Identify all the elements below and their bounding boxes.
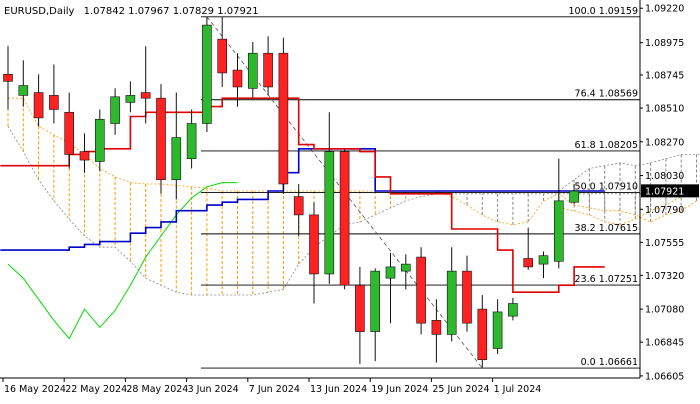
candle-body	[492, 311, 503, 349]
candle-body	[324, 151, 335, 275]
ohlc-readout: 1.07842 1.07967 1.07829 1.07921	[84, 6, 259, 17]
fib-level-label: 76.4 1.08569	[575, 89, 638, 100]
candlestick-chart: 100.0 1.0915976.4 1.0856961.8 1.0820550.…	[0, 0, 700, 400]
candle-body	[18, 85, 29, 96]
price-tick-label: 1.08745	[645, 71, 684, 82]
candle-body	[569, 190, 579, 203]
candle-body	[217, 38, 227, 74]
price-tick-label: 1.06845	[645, 338, 684, 349]
candle-body	[95, 118, 105, 162]
date-tick-label: 25 Jun 2024	[432, 384, 489, 395]
candle-body	[523, 258, 534, 268]
fib-level-label: 38.2 1.07615	[575, 223, 638, 234]
date-tick-label: 19 Jun 2024	[371, 384, 428, 395]
chart-container: 100.0 1.09159 76.4 1.08569 61.8 1.08205 50.…	[0, 0, 700, 400]
candle-body	[309, 214, 319, 275]
candle-body	[538, 255, 549, 265]
candle-body	[171, 137, 182, 181]
candle-body	[385, 266, 396, 279]
date-tick-label: 22 May 2024	[65, 384, 127, 395]
current-price-label: 1.07921	[645, 186, 684, 197]
candle-body	[79, 151, 90, 161]
chart-background	[0, 0, 700, 400]
fib-level-label: 0.0 1.06661	[581, 357, 638, 368]
candle-body	[400, 263, 411, 272]
candle-body	[477, 308, 488, 361]
bearish-candle	[156, 84, 166, 194]
date-tick-label: 3 Jun 2024	[188, 384, 239, 395]
price-tick-label: 1.07320	[645, 271, 684, 282]
price-tick-label: 1.07790	[645, 205, 684, 216]
price-tick-label: 1.08510	[645, 104, 684, 115]
candle-body	[64, 111, 74, 155]
bullish-candle	[202, 16, 212, 132]
candle-body	[232, 69, 243, 88]
date-tick-label: 1 Jul 2024	[494, 384, 542, 395]
candle-body	[462, 270, 472, 324]
date-tick-label: 28 May 2024	[126, 384, 188, 395]
bearish-candle	[278, 37, 289, 194]
candle-body	[263, 52, 273, 88]
candle-body	[416, 256, 426, 324]
price-tick-label: 1.08270	[645, 137, 684, 148]
candle-body	[156, 97, 166, 181]
candle-body	[431, 320, 442, 335]
date-tick-label: 16 May 2024	[4, 384, 66, 395]
candle-body	[446, 270, 457, 335]
candle-body	[3, 74, 13, 82]
price-tick-label: 1.07080	[645, 305, 684, 316]
candle-body	[49, 95, 59, 110]
price-tick-label: 1.09220	[645, 4, 684, 15]
fib-level-label: 61.8 1.08205	[575, 140, 638, 151]
candle-body	[110, 96, 120, 124]
price-tick-label: 1.07555	[645, 238, 684, 249]
date-tick-label: 7 Jun 2024	[249, 384, 300, 395]
price-tick-label: 1.08030	[645, 171, 684, 182]
fib-level-label: 100.0 1.09159	[568, 6, 638, 17]
candle-body	[508, 303, 518, 317]
candle-body	[248, 52, 258, 89]
bearish-candle	[416, 247, 426, 335]
date-tick-label: 13 Jun 2024	[310, 384, 367, 395]
candle-body	[33, 92, 44, 119]
fib-level-label: 23.6 1.07251	[575, 274, 638, 285]
bearish-candle	[339, 148, 350, 290]
price-tick-label: 1.06605	[645, 371, 684, 382]
candle-body	[125, 95, 136, 103]
candle-body	[355, 284, 365, 332]
candle-body	[140, 92, 151, 99]
chart-header: EURUSD,Daily 1.07842 1.07967 1.07829 1.0…	[4, 6, 259, 17]
candle-body	[293, 196, 304, 216]
price-tick-label: 1.08975	[645, 38, 684, 49]
candle-body	[278, 52, 289, 185]
symbol-label: EURUSD,Daily	[4, 6, 75, 17]
candle-body	[186, 123, 197, 159]
candle-body	[370, 270, 381, 332]
candle-body	[202, 24, 212, 124]
candle-body	[553, 200, 564, 262]
candle-body	[339, 151, 350, 286]
